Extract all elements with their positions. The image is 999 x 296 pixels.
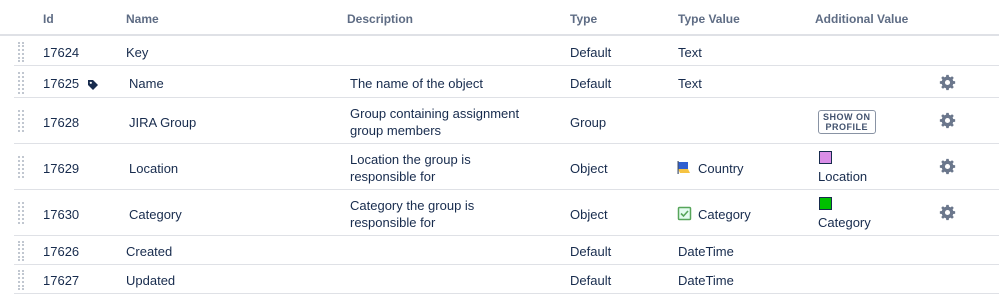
row-type-value: DateTime <box>678 273 734 288</box>
row-name: JIRA Group <box>129 115 197 130</box>
row-type-value: DateTime <box>678 244 734 259</box>
row-type: Object <box>570 161 608 176</box>
row-id: 17630 <box>43 207 80 222</box>
row-name: Updated <box>126 273 176 288</box>
row-id: 17626 <box>43 244 80 259</box>
table-header: Id Name Description Type Type Value Addi… <box>0 0 999 36</box>
row-type: Default <box>570 273 612 288</box>
row-name: Location <box>129 161 179 176</box>
row-description-line2: responsible for <box>350 169 436 184</box>
drag-handle-icon[interactable] <box>18 270 24 290</box>
row-id-text: 17625 <box>43 76 80 91</box>
table-row[interactable]: 17624 Key Default Text <box>14 37 999 66</box>
row-description-line2: responsible for <box>350 215 436 230</box>
row-name: Name <box>129 76 164 91</box>
row-id: 17625 <box>43 75 99 92</box>
row-description-line2: group members <box>350 123 442 138</box>
row-name: Category <box>129 207 182 222</box>
table-row[interactable]: 17627 Updated Default DateTime <box>14 266 999 294</box>
row-additional-label: Category <box>818 215 871 230</box>
color-swatch <box>819 151 832 164</box>
row-type-value: Text <box>678 45 702 60</box>
row-type: Default <box>570 244 612 259</box>
row-type-value: Category <box>698 207 751 222</box>
drag-handle-icon[interactable] <box>18 110 24 132</box>
row-type: Default <box>570 76 612 91</box>
row-type-value: Text <box>678 76 702 91</box>
row-id: 17629 <box>43 161 80 176</box>
drag-handle-icon[interactable] <box>18 241 24 261</box>
attributes-table: Id Name Description Type Type Value Addi… <box>0 0 999 296</box>
gear-icon[interactable] <box>939 74 956 91</box>
drag-handle-icon[interactable] <box>18 72 24 94</box>
badge-line2: PROFILE <box>825 122 868 132</box>
checkbox-icon <box>677 206 692 221</box>
row-description-line1: Group containing assignment <box>350 106 520 121</box>
drag-handle-icon[interactable] <box>18 42 24 62</box>
drag-handle-icon[interactable] <box>18 202 24 224</box>
table-row[interactable]: 17628 JIRA Group Group containing assign… <box>14 99 999 144</box>
column-header-type[interactable]: Type <box>570 12 597 26</box>
column-header-id[interactable]: Id <box>43 12 54 26</box>
row-name: Key <box>126 45 149 60</box>
row-name: Created <box>126 244 173 259</box>
drag-handle-icon[interactable] <box>18 156 24 178</box>
row-id: 17627 <box>43 273 80 288</box>
row-description-line1: Location the group is <box>350 152 471 167</box>
table-row[interactable]: 17626 Created Default DateTime <box>14 237 999 265</box>
table-row[interactable]: 17625 Name The name of the object Defaul… <box>14 67 999 98</box>
column-header-description[interactable]: Description <box>347 12 413 26</box>
gear-icon[interactable] <box>939 112 956 129</box>
flag-icon <box>677 161 690 174</box>
color-swatch <box>819 197 832 210</box>
tag-icon <box>87 79 98 90</box>
table-row[interactable]: 17629 Location Location the group is res… <box>14 145 999 190</box>
table-row[interactable]: 17630 Category Category the group is res… <box>14 191 999 236</box>
row-type: Group <box>570 115 607 130</box>
row-type: Object <box>570 207 608 222</box>
row-type-value: Country <box>698 161 744 176</box>
row-description: The name of the object <box>350 76 483 91</box>
column-header-name[interactable]: Name <box>126 12 159 26</box>
row-additional-label: Location <box>818 169 868 184</box>
gear-icon[interactable] <box>939 158 956 175</box>
gear-icon[interactable] <box>939 204 956 221</box>
show-on-profile-badge[interactable]: SHOW ON PROFILE <box>818 110 876 134</box>
row-id: 17624 <box>43 45 80 60</box>
column-header-additional-value[interactable]: Additional Value <box>815 12 908 26</box>
badge-line1: SHOW ON <box>823 112 871 122</box>
row-type: Default <box>570 45 612 60</box>
row-id: 17628 <box>43 115 80 130</box>
row-description-line1: Category the group is <box>350 198 475 213</box>
column-header-type-value[interactable]: Type Value <box>678 12 740 26</box>
